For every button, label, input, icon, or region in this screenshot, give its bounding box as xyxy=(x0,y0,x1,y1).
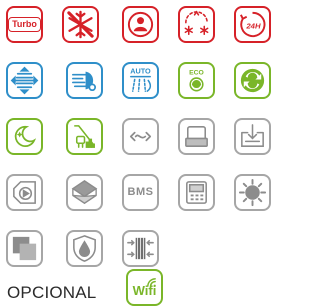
airflow-icon xyxy=(66,62,103,99)
auto-mode-icon: AUTO xyxy=(122,62,159,99)
indoor-unit-icon xyxy=(178,118,215,155)
drain-pump-icon xyxy=(6,174,43,211)
feature-icon-grid: Turbo 24H AUTO ECO BMS xyxy=(0,0,280,306)
timer-label: 24H xyxy=(245,21,261,30)
shield-drop-icon xyxy=(66,230,103,267)
double-filter-icon xyxy=(6,230,43,267)
link-arrows-icon xyxy=(122,118,159,155)
optional-label: OPCIONAL xyxy=(7,283,97,302)
turbo-label: Turbo xyxy=(8,17,41,32)
auto-label: AUTO xyxy=(130,67,151,76)
power-limit-icon xyxy=(66,118,103,155)
sun-icon xyxy=(234,174,271,211)
snowflake-crossed-icon xyxy=(62,6,99,43)
timer-24h-icon: 24H xyxy=(234,6,271,43)
eco-label: ECO xyxy=(189,70,204,77)
eco-mode-icon: ECO xyxy=(178,62,215,99)
wifi-icon: Wifi xyxy=(126,269,163,306)
vertical-swing-icon xyxy=(6,62,43,99)
wired-controller-icon xyxy=(178,174,215,211)
turbo-icon: Turbo xyxy=(6,6,43,43)
bms-label: BMS xyxy=(127,186,154,198)
moon-sleep-icon xyxy=(6,118,43,155)
bms-icon: BMS xyxy=(122,174,159,211)
install-unit-icon xyxy=(234,118,271,155)
coil-icon xyxy=(122,230,159,267)
wifi-signal-icon xyxy=(147,278,156,287)
green-energy-icon xyxy=(234,62,271,99)
filter-icon xyxy=(66,174,103,211)
self-clean-snowflake-icon xyxy=(178,6,215,43)
person-sensor-icon xyxy=(122,6,159,43)
